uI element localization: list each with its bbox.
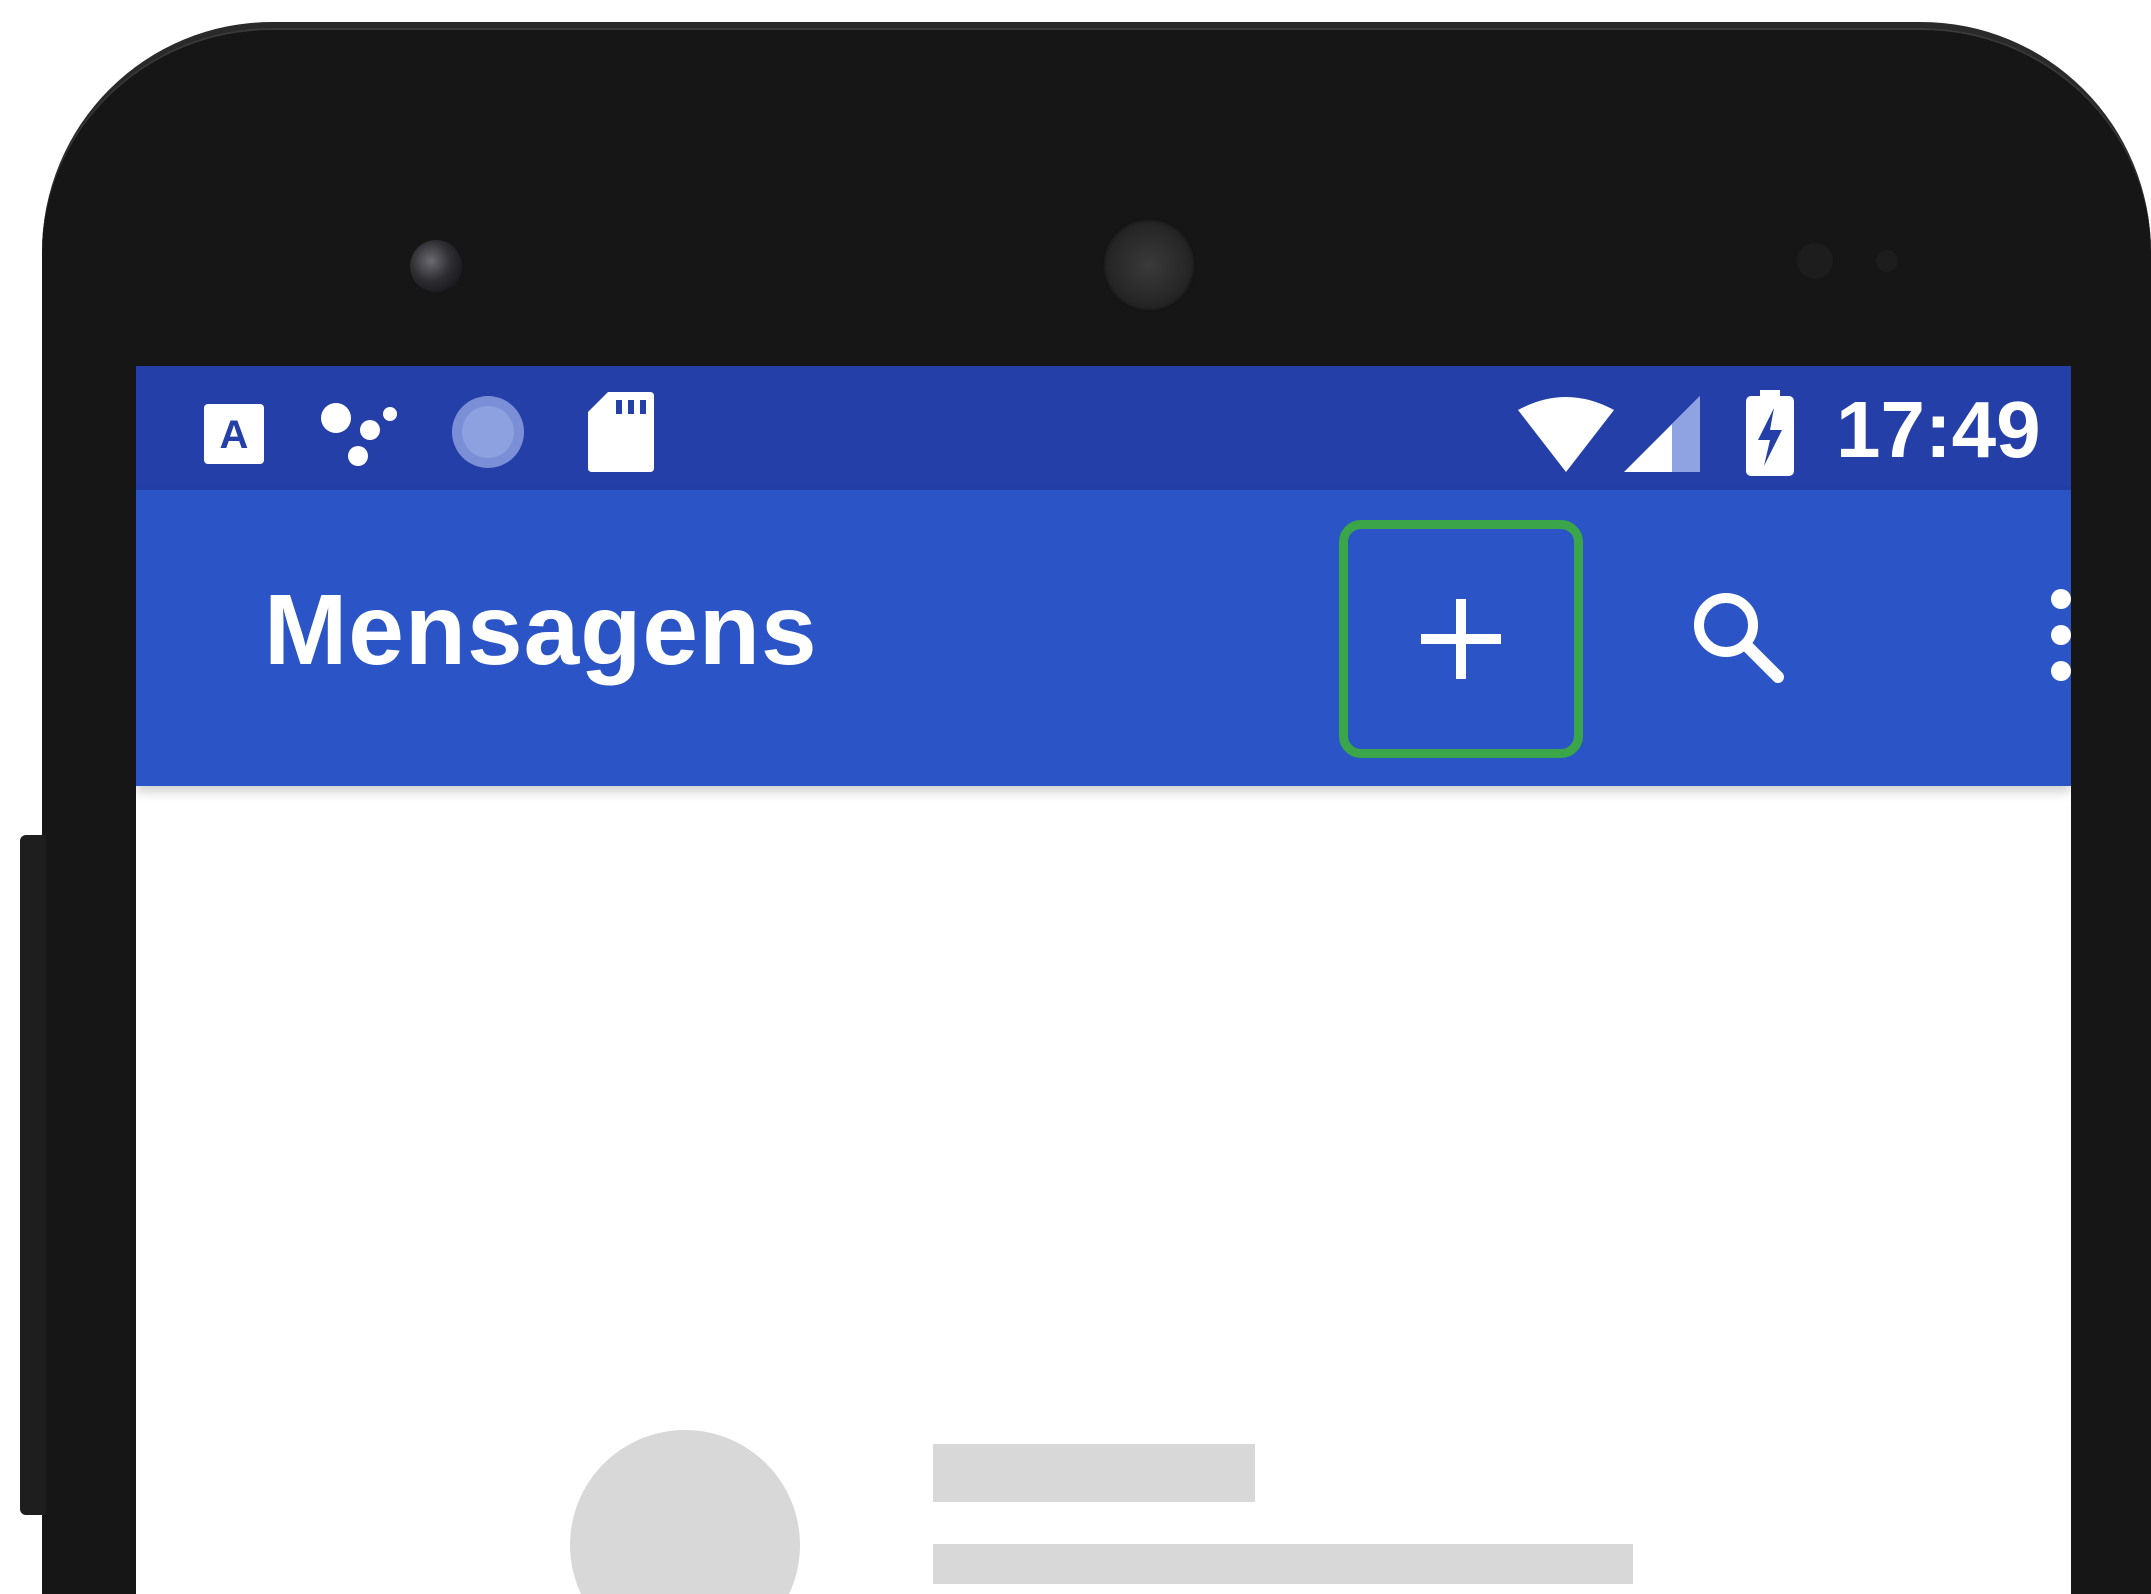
- placeholder-line-subtitle: [933, 1544, 1633, 1584]
- proximity-sensor: [1797, 243, 1833, 279]
- earpiece-speaker: [1102, 218, 1196, 312]
- stage: A 17:49 Mensagens: [0, 0, 2151, 1594]
- add-button[interactable]: [1339, 520, 1583, 758]
- status-time: 17:49: [1836, 385, 2041, 474]
- app-title: Mensagens: [264, 574, 818, 686]
- circle-notification-icon: [452, 396, 524, 468]
- placeholder-avatar: [570, 1430, 800, 1594]
- side-volume-button: [20, 835, 46, 1515]
- assistant-icon: [321, 403, 397, 466]
- plus-icon: [1421, 599, 1501, 679]
- phone-screen: A 17:49 Mensagens: [136, 366, 2071, 1594]
- svg-text:A: A: [220, 413, 249, 457]
- status-bar: A 17:49: [136, 366, 2071, 490]
- light-sensor: [1876, 250, 1898, 272]
- battery-charging-icon: [1746, 390, 1794, 476]
- more-options-button[interactable]: [2016, 560, 2071, 710]
- a-notification-icon: A: [204, 404, 264, 464]
- front-camera: [410, 240, 462, 292]
- wifi-icon: [1518, 397, 1614, 472]
- search-button[interactable]: [1666, 560, 1806, 710]
- search-icon: [1694, 593, 1784, 683]
- sd-card-icon: [588, 392, 654, 472]
- signal-icon: [1624, 396, 1700, 472]
- placeholder-line-title: [933, 1444, 1255, 1502]
- more-vertical-icon: [2051, 589, 2071, 681]
- app-bar: Mensagens: [136, 490, 2071, 786]
